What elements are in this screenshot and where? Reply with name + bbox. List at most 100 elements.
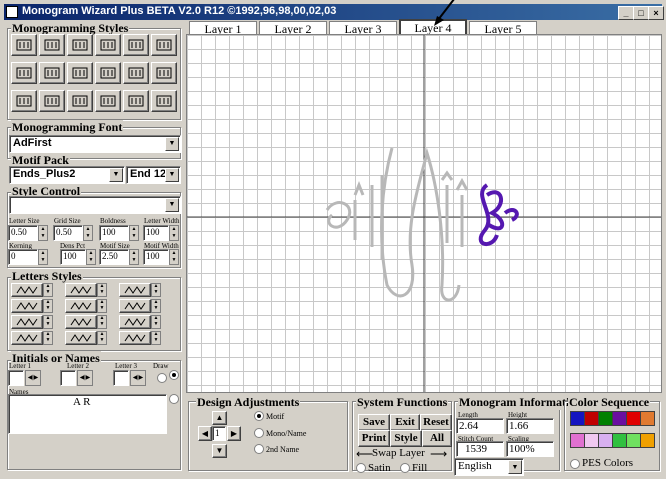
boldness-field[interactable]: 100 (99, 225, 129, 241)
motif-width-field[interactable]: 100 (143, 249, 169, 265)
letter-style-spinner[interactable]: ▲ ▼ (43, 331, 53, 345)
style-button[interactable] (11, 34, 37, 56)
letter-size-field[interactable]: 0.50 (8, 225, 38, 241)
letter1-field[interactable] (8, 370, 24, 386)
letter-style-spinner[interactable]: ▲ ▼ (151, 283, 161, 297)
color-swatch[interactable] (598, 411, 613, 426)
color-swatch[interactable] (612, 411, 627, 426)
move-right-button[interactable]: ▶ (227, 426, 241, 441)
grid-size-field[interactable]: 0.50 (53, 225, 83, 241)
style-button[interactable] (151, 34, 177, 56)
style-button[interactable] (151, 90, 177, 112)
chevron-down-icon[interactable]: ▼ (109, 168, 123, 182)
scaling-field[interactable]: 100% (506, 441, 554, 457)
letter-style-button[interactable] (65, 299, 97, 313)
letter-style-button[interactable] (119, 315, 151, 329)
color-swatch[interactable] (640, 411, 655, 426)
style-button[interactable] (95, 62, 121, 84)
style-button[interactable] (123, 90, 149, 112)
style-button[interactable] (67, 34, 93, 56)
letter-style-spinner[interactable]: ▲ ▼ (151, 299, 161, 313)
color-swatch[interactable] (598, 433, 613, 448)
names-radio[interactable] (169, 394, 179, 404)
style-button[interactable] (95, 34, 121, 56)
chevron-down-icon[interactable]: ▼ (165, 137, 179, 151)
swap-left-arrow-icon[interactable]: ⟵ (356, 447, 373, 462)
letter-style-spinner[interactable]: ▲ ▼ (151, 315, 161, 329)
style-button[interactable] (123, 62, 149, 84)
letter-style-button[interactable] (11, 299, 43, 313)
letter3-field[interactable] (113, 370, 129, 386)
chevron-down-icon[interactable]: ▼ (165, 168, 179, 182)
draw-radio-a[interactable] (157, 373, 167, 383)
letter-size-spinner[interactable]: ▲ ▼ (38, 225, 48, 241)
color-swatch[interactable] (640, 433, 655, 448)
draw-radio-b[interactable] (169, 370, 179, 380)
letter-style-spinner[interactable]: ▲ ▼ (43, 299, 53, 313)
mono-name-radio[interactable] (254, 428, 264, 438)
language-select[interactable]: English ▼ (454, 458, 524, 476)
letter1-spinner[interactable]: ◀|▶ (25, 370, 41, 386)
color-swatch[interactable] (584, 433, 599, 448)
save-button[interactable]: Save (358, 414, 390, 431)
color-swatch[interactable] (570, 411, 585, 426)
color-swatch[interactable] (626, 411, 641, 426)
letter-style-spinner[interactable]: ▲ ▼ (151, 331, 161, 345)
kerning-field[interactable]: 0 (8, 249, 38, 265)
style-button[interactable] (39, 62, 65, 84)
letter-style-spinner[interactable]: ▲ ▼ (43, 315, 53, 329)
design-canvas[interactable] (186, 34, 662, 393)
close-button[interactable]: × (648, 6, 664, 20)
satin-radio[interactable] (356, 463, 366, 473)
letter-style-button[interactable] (11, 315, 43, 329)
grid-size-spinner[interactable]: ▲ ▼ (83, 225, 93, 241)
letter-style-button[interactable] (65, 331, 97, 345)
pes-colors-radio[interactable] (570, 459, 580, 469)
letter-style-button[interactable] (65, 315, 97, 329)
style-button[interactable] (67, 90, 93, 112)
all-button[interactable]: All (422, 430, 452, 447)
letter-style-spinner[interactable]: ▲ ▼ (97, 315, 107, 329)
maximize-button[interactable]: □ (633, 6, 649, 20)
style-button[interactable] (39, 34, 65, 56)
move-down-button[interactable]: ▼ (212, 444, 227, 458)
names-textarea[interactable]: A R (8, 394, 167, 434)
letter-style-button[interactable] (119, 331, 151, 345)
motif-width-spinner[interactable]: ▲ ▼ (169, 249, 179, 265)
chevron-down-icon[interactable]: ▼ (165, 198, 179, 212)
letter2-spinner[interactable]: ◀|▶ (77, 370, 93, 386)
letter-style-button[interactable] (11, 331, 43, 345)
style-button[interactable]: Style (390, 430, 422, 447)
letter-width-spinner[interactable]: ▲ ▼ (169, 225, 179, 241)
style-button[interactable] (67, 62, 93, 84)
motif-size-spinner[interactable]: ▲ ▼ (129, 249, 139, 265)
style-button[interactable] (151, 62, 177, 84)
fill-radio[interactable] (400, 463, 410, 473)
letter-style-button[interactable] (119, 299, 151, 313)
color-swatch[interactable] (612, 433, 627, 448)
move-left-button[interactable]: ◀ (198, 426, 212, 441)
exit-button[interactable]: Exit (390, 414, 420, 431)
style-button[interactable] (11, 90, 37, 112)
letter-width-field[interactable]: 100 (143, 225, 169, 241)
color-swatch[interactable] (626, 433, 641, 448)
style-button[interactable] (95, 90, 121, 112)
style-button[interactable] (11, 62, 37, 84)
letter-style-spinner[interactable]: ▲ ▼ (97, 331, 107, 345)
motif-end-select[interactable]: End 12 ▼ (126, 166, 181, 184)
swap-right-arrow-icon[interactable]: ⟶ (430, 447, 447, 462)
dens-pct-spinner[interactable]: ▲ ▼ (86, 249, 96, 265)
letter-style-spinner[interactable]: ▲ ▼ (97, 299, 107, 313)
reset-button[interactable]: Reset (420, 414, 452, 431)
letter-style-button[interactable] (65, 283, 97, 297)
kerning-spinner[interactable]: ▲ ▼ (38, 249, 48, 265)
letter-style-spinner[interactable]: ▲ ▼ (97, 283, 107, 297)
letter3-spinner[interactable]: ◀|▶ (130, 370, 146, 386)
motif-size-field[interactable]: 2.50 (99, 249, 129, 265)
style-control-select[interactable]: ▼ (9, 196, 181, 214)
chevron-down-icon[interactable]: ▼ (508, 460, 522, 474)
letter-style-button[interactable] (119, 283, 151, 297)
font-select[interactable]: AdFirst ▼ (9, 135, 181, 153)
move-up-button[interactable]: ▲ (212, 411, 227, 425)
letter-style-spinner[interactable]: ▲ ▼ (43, 283, 53, 297)
